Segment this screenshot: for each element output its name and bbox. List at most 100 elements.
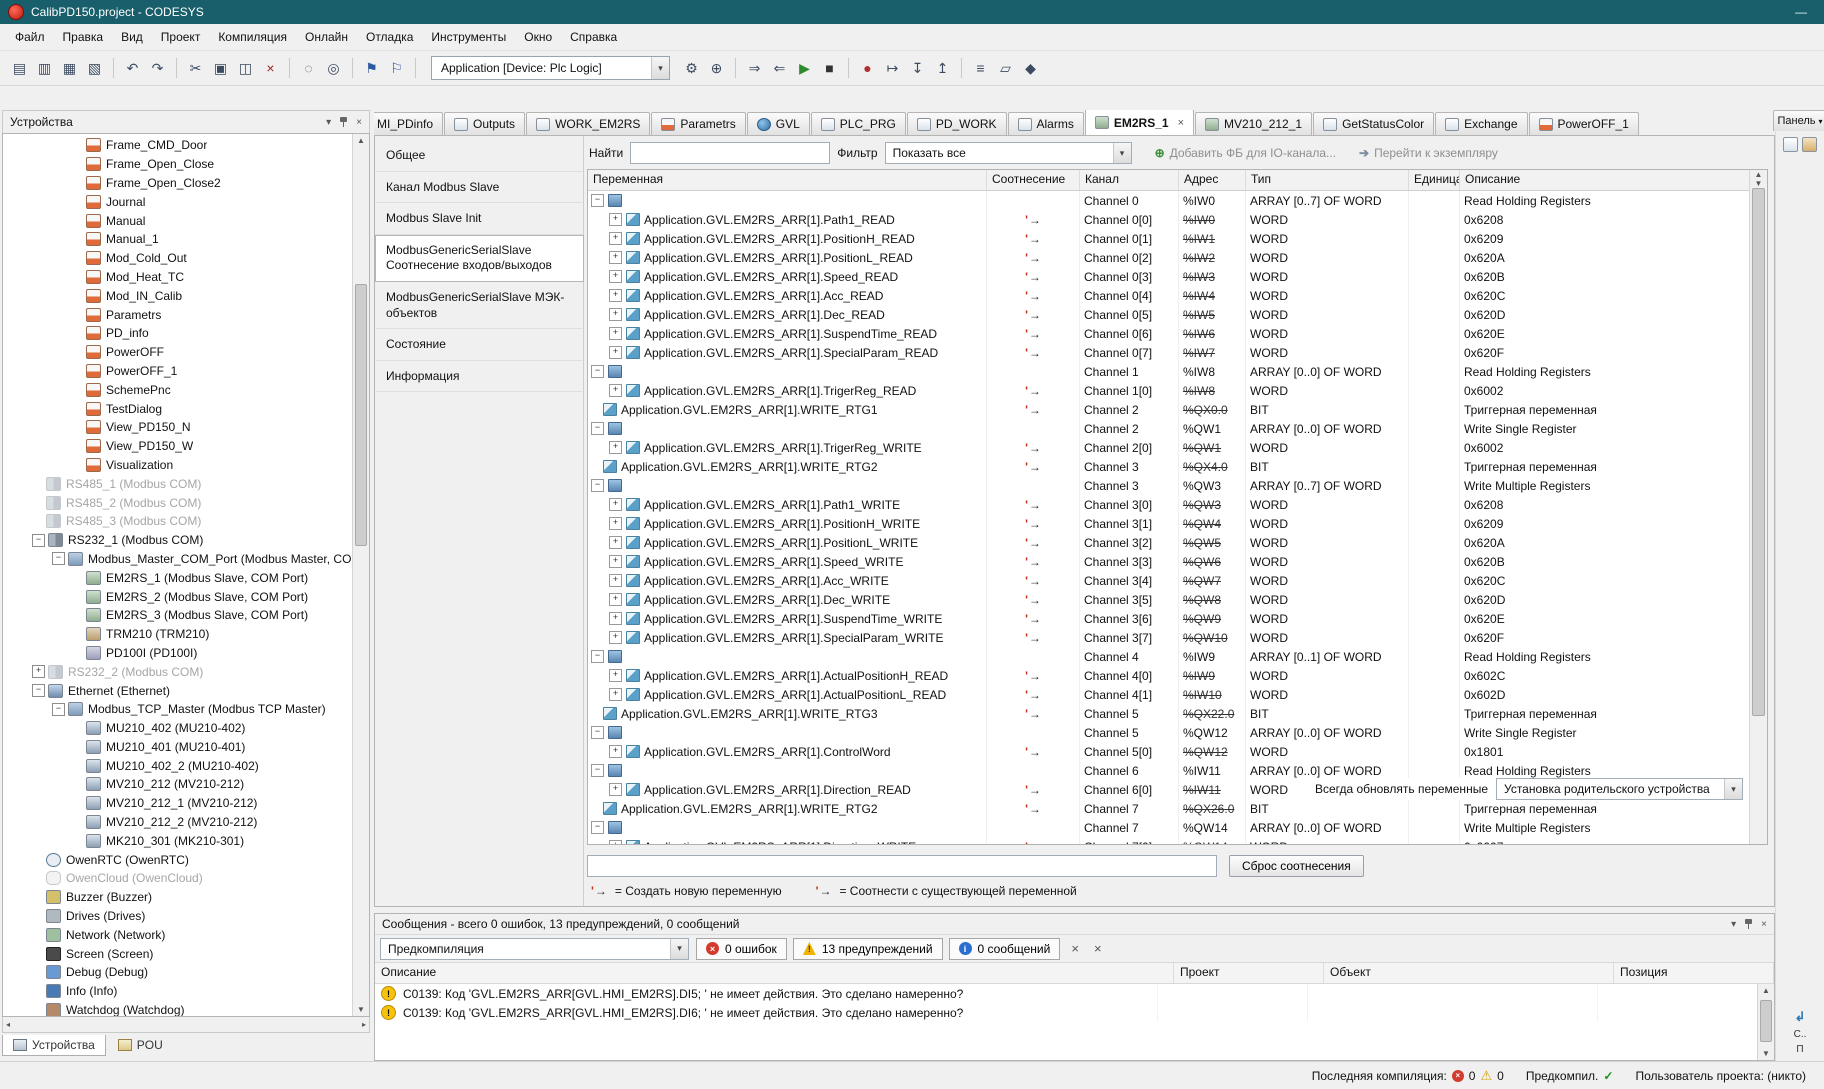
expand-toggle[interactable]: + xyxy=(609,669,622,682)
expand-toggle[interactable]: − xyxy=(591,726,604,739)
expand-toggle[interactable]: + xyxy=(609,232,622,245)
tree-item[interactable]: Info (Info) xyxy=(6,982,351,1001)
expand-toggle[interactable]: + xyxy=(609,289,622,302)
tree-item[interactable]: EM2RS_2 (Modbus Slave, COM Port) xyxy=(6,587,351,606)
tree-item[interactable]: Mod_Heat_TC xyxy=(6,268,351,287)
editor-tab[interactable]: EM2RS_1 × xyxy=(1084,110,1194,135)
mapping-variable-row[interactable]: + Application.GVL.EM2RS_ARR[1].SuspendTim… xyxy=(588,324,1750,343)
close-icon[interactable]: × xyxy=(1178,117,1184,129)
mapping-variable-row[interactable]: + Application.GVL.EM2RS_ARR[1].TrigerReg_… xyxy=(588,381,1750,400)
tree-item[interactable]: EM2RS_1 (Modbus Slave, COM Port) xyxy=(6,568,351,587)
tree-item[interactable]: PowerOFF xyxy=(6,343,351,362)
bookmark-next-icon[interactable]: ⚐ xyxy=(385,57,408,79)
pin-icon[interactable] xyxy=(1744,918,1753,930)
editor-page-item[interactable]: ModbusGenericSerialSlave МЭК-объектов xyxy=(375,282,583,330)
tree-item[interactable]: View_PD150_N xyxy=(6,418,351,437)
dock-arrow-icon[interactable]: ↲ xyxy=(1795,1009,1806,1025)
scroll-down-icon[interactable]: ▼ xyxy=(1758,1049,1774,1058)
menu-file[interactable]: Файл xyxy=(6,26,54,48)
step-out-icon[interactable]: ↥ xyxy=(931,57,954,79)
mapping-variable-row[interactable]: + Application.GVL.EM2RS_ARR[1].Speed_WRIT… xyxy=(588,552,1750,571)
mapping-variable-row[interactable]: + Application.GVL.EM2RS_ARR[1].ControlWor… xyxy=(588,742,1750,761)
mapping-variable-row[interactable]: + Application.GVL.EM2RS_ARR[1].ActualPosi… xyxy=(588,666,1750,685)
mapping-table-scrollbar[interactable]: ▲ ▼ xyxy=(1749,170,1767,844)
cut-icon[interactable]: ✂ xyxy=(184,57,207,79)
clear-all-messages-icon[interactable]: × xyxy=(1090,941,1106,956)
mapping-channel-row[interactable]: − Channel 2 %QW1 ARRAY [0..0] OF WORD Write … xyxy=(588,419,1750,438)
generate-code-icon[interactable]: ⊕ xyxy=(705,57,728,79)
tree-item[interactable]: Mod_Cold_Out xyxy=(6,249,351,268)
properties-icon[interactable] xyxy=(1783,137,1798,152)
tree-item[interactable]: Debug (Debug) xyxy=(6,963,351,982)
tree-item[interactable]: Journal xyxy=(6,192,351,211)
tree-item[interactable]: − RS232_1 (Modbus COM) xyxy=(6,531,351,550)
active-application-combo[interactable]: Application [Device: Plc Logic] ▾ xyxy=(431,56,670,80)
filter-combo[interactable]: Показать все ▾ xyxy=(884,142,1132,164)
expand-toggle[interactable]: + xyxy=(609,574,622,587)
editor-tab[interactable]: PLC_PRG xyxy=(810,112,906,135)
scroll-left-icon[interactable]: ◂ xyxy=(6,1020,10,1029)
expand-toggle[interactable]: + xyxy=(609,783,622,796)
scrollbar-thumb[interactable] xyxy=(1760,1000,1772,1042)
expand-toggle[interactable]: − xyxy=(591,479,604,492)
expand-toggle[interactable]: − xyxy=(591,764,604,777)
expand-toggle[interactable]: − xyxy=(591,422,604,435)
mapping-variable-row[interactable]: + Application.GVL.EM2RS_ARR[1].SuspendTim… xyxy=(588,609,1750,628)
messages-scrollbar[interactable]: ▲ ▼ xyxy=(1757,984,1774,1060)
editor-page-item[interactable]: Канал Modbus Slave xyxy=(375,172,583,204)
logout-icon[interactable]: ⇐ xyxy=(768,57,791,79)
mapping-variable-row[interactable]: Application.GVL.EM2RS_ARR[1].WRITE_RTG2 →… xyxy=(588,457,1750,476)
expand-toggle[interactable]: + xyxy=(609,555,622,568)
tree-item[interactable]: + RS232_2 (Modbus COM) xyxy=(6,662,351,681)
tree-item[interactable]: Manual xyxy=(6,211,351,230)
mapping-variable-row[interactable]: + Application.GVL.EM2RS_ARR[1].Dec_READ → C… xyxy=(588,305,1750,324)
tree-item[interactable]: Mod_IN_Calib xyxy=(6,286,351,305)
expand-toggle[interactable]: + xyxy=(609,441,622,454)
expand-toggle[interactable]: + xyxy=(609,327,622,340)
menu-view[interactable]: Вид xyxy=(112,26,152,48)
mapping-variable-row[interactable]: + Application.GVL.EM2RS_ARR[1].ActualPosi… xyxy=(588,685,1750,704)
expand-toggle[interactable]: + xyxy=(609,384,622,397)
editor-page-item[interactable]: Состояние xyxy=(375,329,583,361)
warnings-filter-button[interactable]: ! 13 предупреждений xyxy=(792,937,943,960)
pin-icon[interactable] xyxy=(339,116,348,128)
find-icon[interactable]: ◌ xyxy=(297,57,320,79)
login-icon[interactable]: ⇒ xyxy=(743,57,766,79)
reset-mapping-button[interactable]: Сброс соотнесения xyxy=(1229,855,1364,877)
info-filter-button[interactable]: i 0 сообщений xyxy=(948,937,1061,960)
tree-item[interactable]: TestDialog xyxy=(6,399,351,418)
tree-item[interactable]: RS485_1 (Modbus COM) xyxy=(6,474,351,493)
editor-page-item[interactable]: Информация xyxy=(375,361,583,393)
tree-item[interactable]: TRM210 (TRM210) xyxy=(6,625,351,644)
mapping-variable-row[interactable]: + Application.GVL.EM2RS_ARR[1].Speed_READ… xyxy=(588,267,1750,286)
mapping-variable-row[interactable]: Application.GVL.EM2RS_ARR[1].WRITE_RTG2 →… xyxy=(588,799,1750,818)
expand-toggle[interactable]: + xyxy=(609,251,622,264)
editor-page-item[interactable]: Общее xyxy=(375,140,583,172)
tree-item[interactable]: − Modbus_TCP_Master (Modbus TCP Master) xyxy=(6,700,351,719)
collapsed-panel-label-2[interactable]: П xyxy=(1796,1044,1803,1055)
device-tree-hscrollbar[interactable]: ◂ ▸ xyxy=(2,1017,370,1033)
display-mode-icon[interactable]: ▱ xyxy=(994,57,1017,79)
expand-toggle[interactable]: + xyxy=(609,745,622,758)
scroll-down-icon[interactable]: ▼ xyxy=(353,1005,369,1014)
expand-toggle[interactable]: − xyxy=(591,650,604,663)
close-icon[interactable]: × xyxy=(356,117,362,128)
expand-toggle[interactable]: + xyxy=(609,688,622,701)
open-project-icon[interactable]: ▥ xyxy=(33,57,56,79)
expand-toggle[interactable]: + xyxy=(609,536,622,549)
tree-item[interactable]: MV210_212_1 (MV210-212) xyxy=(6,794,351,813)
replace-icon[interactable]: ◎ xyxy=(322,57,345,79)
editor-tab[interactable]: GetStatusColor xyxy=(1313,112,1435,135)
expand-toggle[interactable]: − xyxy=(591,194,604,207)
menu-online[interactable]: Онлайн xyxy=(296,26,357,48)
editor-tab[interactable]: WORK_EM2RS xyxy=(526,112,651,135)
undo-icon[interactable]: ↶ xyxy=(121,57,144,79)
mapping-variable-row[interactable]: + Application.GVL.EM2RS_ARR[1].PositionH_… xyxy=(588,229,1750,248)
mapping-variable-row[interactable]: Application.GVL.EM2RS_ARR[1].WRITE_RTG3 →… xyxy=(588,704,1750,723)
editor-tab[interactable]: PowerOFF_1 xyxy=(1528,112,1639,135)
tree-item[interactable]: MU210_401 (MU210-401) xyxy=(6,738,351,757)
mapping-variable-row[interactable]: + Application.GVL.EM2RS_ARR[1].Direction_… xyxy=(588,837,1750,844)
tree-item[interactable]: Buzzer (Buzzer) xyxy=(6,888,351,907)
expand-toggle[interactable]: + xyxy=(609,840,622,844)
errors-filter-button[interactable]: × 0 ошибок xyxy=(696,937,787,960)
